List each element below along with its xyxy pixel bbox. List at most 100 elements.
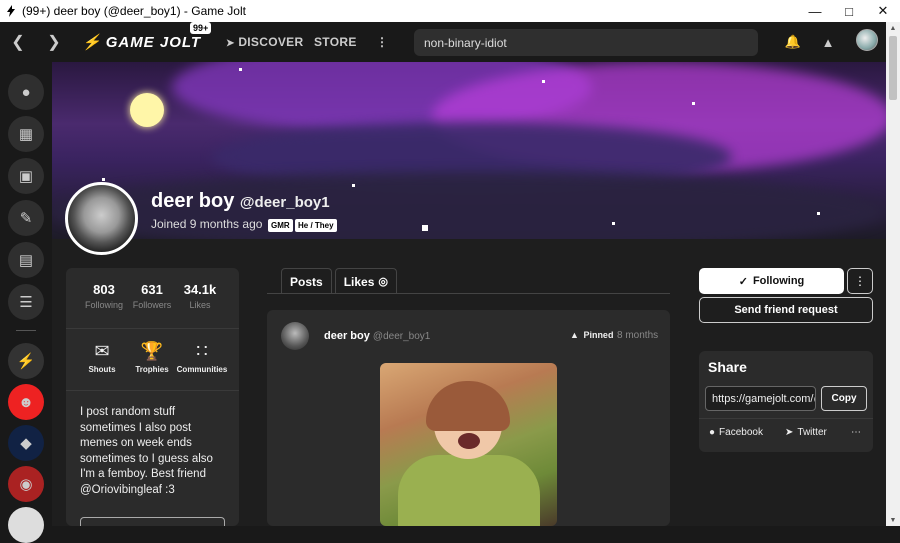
user-avatar[interactable]	[856, 29, 878, 51]
send-friend-request-button[interactable]: Send friend request	[699, 297, 873, 323]
banner-star	[239, 68, 242, 71]
banner-moon	[130, 93, 164, 127]
tab-likes[interactable]: Likes ◎	[334, 268, 397, 294]
card-divider	[66, 328, 239, 329]
sidebar-backpack-icon[interactable]: ▣	[8, 158, 44, 194]
bolt-icon: ⚡	[82, 34, 102, 51]
pronoun-tag: He / They	[295, 219, 337, 232]
share-url-field[interactable]: https://gamejolt.com/@deer_boy1	[705, 386, 816, 411]
scroll-up-icon[interactable]: ▲	[886, 22, 900, 34]
tabs-divider	[267, 293, 670, 294]
profile-more-options-icon[interactable]: ⋮	[847, 268, 873, 294]
hidden-eye-icon: ◎	[378, 276, 388, 288]
post-author-avatar[interactable]	[281, 322, 309, 350]
profile-tabs: Posts Likes ◎	[281, 268, 400, 294]
twitter-icon: ➤	[785, 427, 794, 438]
post-author[interactable]: deer boy @deer_boy1	[324, 330, 430, 342]
pinned-badge: ▲ Pinned	[570, 330, 613, 340]
tab-posts[interactable]: Posts	[281, 268, 332, 294]
sidebar-divider	[16, 330, 36, 331]
community-red-face-icon[interactable]: ☻	[8, 384, 44, 420]
tab-likes-label: Likes	[343, 274, 375, 289]
community-fnf-icon[interactable]: ◉	[8, 466, 44, 502]
search-input[interactable]: non-binary-idiot	[414, 29, 758, 56]
window-titlebar: (99+) deer boy (@deer_boy1) - Game Jolt …	[0, 0, 900, 22]
sidebar-feed-icon[interactable]: ▤	[8, 242, 44, 278]
close-icon[interactable]: ✕	[866, 0, 900, 22]
scroll-thumb[interactable]	[889, 36, 897, 100]
forward-arrow-icon[interactable]: ❯	[36, 22, 72, 62]
stat-likes[interactable]: 34.1k Likes	[176, 282, 224, 310]
window-title: (99+) deer boy (@deer_boy1) - Game Jolt	[22, 4, 246, 18]
stat-following[interactable]: 803 Following	[80, 282, 128, 310]
profile-page: deer boy @deer_boy1 Joined 9 months ago …	[52, 62, 886, 526]
check-icon: ✓	[738, 275, 748, 288]
share-divider	[699, 418, 873, 419]
shouts-label: Shouts	[88, 365, 116, 374]
community-sonic-icon[interactable]: ◆	[8, 425, 44, 461]
post-image[interactable]	[380, 363, 557, 526]
post-card[interactable]: deer boy @deer_boy1 ▲ Pinned 8 months	[267, 310, 670, 526]
share-twitter-button[interactable]: ➤ Twitter	[785, 427, 827, 438]
page-scrollbar[interactable]: ▲ ▼	[886, 22, 900, 526]
minimize-icon[interactable]: —	[798, 0, 832, 22]
banner-star	[542, 80, 545, 83]
banner-star	[612, 222, 615, 225]
communities-icon: ∷	[196, 340, 208, 361]
post-author-name: deer boy	[324, 330, 370, 342]
community-gamejolt-icon[interactable]: ⚡	[8, 343, 44, 379]
gmr-tag: GMR	[268, 219, 293, 232]
gamejolt-app-icon	[4, 4, 18, 18]
sidebar-chat-icon[interactable]: ✎	[8, 200, 44, 236]
discover-label: DISCOVER	[238, 35, 304, 49]
logo-text: GAME JOLT	[105, 33, 202, 51]
share-title: Share	[708, 359, 747, 375]
maximize-icon[interactable]: □	[832, 0, 866, 22]
profile-name: deer boy @deer_boy1	[151, 190, 330, 213]
post-time: 8 months	[617, 330, 659, 341]
stat-value: 803	[93, 282, 115, 297]
left-sidebar: ● ▦ ▣ ✎ ▤ ☰ ⚡ ☻ ◆ ◉	[0, 62, 52, 543]
facebook-icon: ●	[709, 427, 716, 438]
compass-icon: ➤	[226, 38, 235, 49]
profile-bio: I post random stuff sometimes I also pos…	[80, 406, 213, 496]
banner-star	[102, 178, 105, 181]
bio-more-button[interactable]	[80, 517, 225, 526]
store-link[interactable]: STORE	[314, 35, 357, 49]
stat-label: Followers	[132, 300, 172, 310]
following-button[interactable]: ✓ Following	[699, 268, 844, 294]
activity-icon[interactable]: ▲	[818, 32, 838, 52]
sidebar-library-icon[interactable]: ☰	[8, 284, 44, 320]
trophies-label: Trophies	[135, 365, 169, 374]
profile-display-name: deer boy	[151, 190, 235, 212]
more-menu-icon[interactable]: ⋮	[376, 35, 388, 49]
share-facebook-button[interactable]: ● Facebook	[709, 427, 763, 438]
profile-handle: @deer_boy1	[239, 194, 330, 211]
stat-value: 34.1k	[183, 282, 217, 297]
discover-link[interactable]: ➤ DISCOVER	[226, 35, 303, 49]
bell-icon[interactable]: 🔔	[783, 32, 803, 52]
post-image-figure	[398, 455, 540, 526]
banner-star	[817, 212, 820, 215]
trophy-icon: 🏆	[140, 340, 164, 361]
gamejolt-logo[interactable]: ⚡ GAME JOLT	[82, 32, 201, 52]
community-avatar-icon[interactable]	[8, 507, 44, 543]
shouts-link[interactable]: ✉ Shouts	[74, 340, 130, 375]
stat-value: 631	[141, 282, 163, 297]
stat-label: Likes	[189, 300, 211, 310]
communities-link[interactable]: ∷ Communities	[174, 340, 230, 375]
copy-button[interactable]: Copy	[821, 386, 867, 411]
stat-followers[interactable]: 631 Followers	[128, 282, 176, 310]
share-more-icon[interactable]: ⋯	[851, 427, 861, 438]
trophies-link[interactable]: 🏆 Trophies	[124, 340, 180, 375]
banner-star	[692, 102, 695, 105]
scroll-down-icon[interactable]: ▼	[886, 514, 900, 526]
profile-avatar[interactable]	[65, 182, 138, 255]
back-arrow-icon[interactable]: ❮	[0, 22, 36, 62]
facebook-label: Facebook	[719, 427, 763, 438]
sidebar-store-icon[interactable]: ▦	[8, 116, 44, 152]
post-image-mouth	[458, 433, 480, 449]
banner-star	[422, 225, 428, 231]
joined-date: Joined 9 months ago	[151, 217, 263, 231]
sidebar-home-icon[interactable]: ●	[8, 74, 44, 110]
